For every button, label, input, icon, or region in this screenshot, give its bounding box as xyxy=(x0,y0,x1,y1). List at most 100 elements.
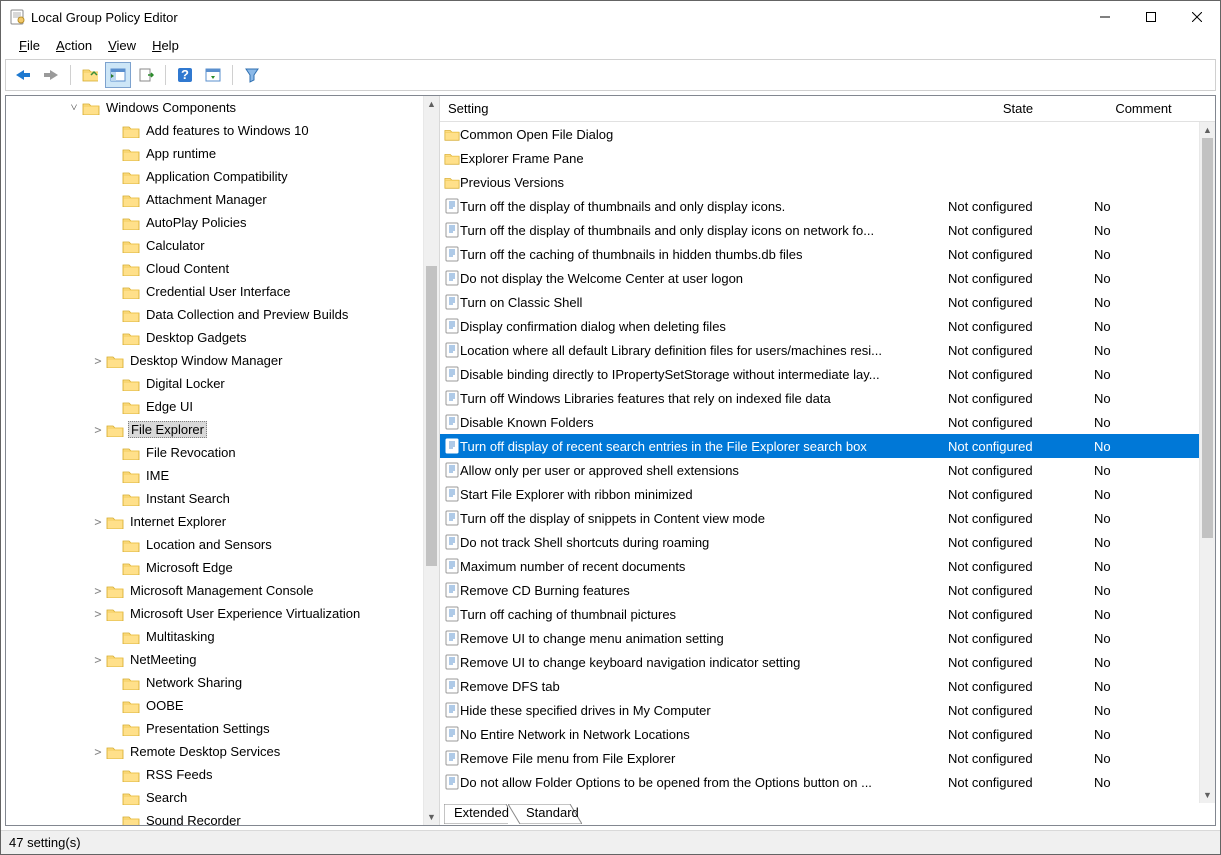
list-body[interactable]: Common Open File DialogExplorer Frame Pa… xyxy=(440,122,1215,803)
tree-item[interactable]: Search xyxy=(6,786,423,809)
tree-item[interactable]: NetMeeting xyxy=(6,648,423,671)
list-folder-row[interactable]: Common Open File Dialog xyxy=(440,122,1199,146)
export-list-button[interactable] xyxy=(133,62,159,88)
tree-item[interactable]: Data Collection and Preview Builds xyxy=(6,303,423,326)
menu-file[interactable]: File xyxy=(13,36,46,55)
expander-icon[interactable] xyxy=(66,100,82,115)
tree-item[interactable]: Microsoft Edge xyxy=(6,556,423,579)
list-folder-row[interactable]: Previous Versions xyxy=(440,170,1199,194)
tree-item[interactable]: Presentation Settings xyxy=(6,717,423,740)
list-setting-row[interactable]: Turn off display of recent search entrie… xyxy=(440,434,1199,458)
tab-extended[interactable]: Extended xyxy=(444,804,518,824)
tree-item[interactable]: Application Compatibility xyxy=(6,165,423,188)
scroll-up-icon[interactable]: ▲ xyxy=(1200,122,1215,138)
tree-item[interactable]: Windows Components xyxy=(6,96,423,119)
menu-view[interactable]: View xyxy=(102,36,142,55)
tree-item[interactable]: Digital Locker xyxy=(6,372,423,395)
list-setting-row[interactable]: Do not allow Folder Options to be opened… xyxy=(440,770,1199,794)
list-setting-row[interactable]: Display confirmation dialog when deletin… xyxy=(440,314,1199,338)
tree-item[interactable]: OOBE xyxy=(6,694,423,717)
list-setting-row[interactable]: Turn on Classic ShellNot configuredNo xyxy=(440,290,1199,314)
expander-icon[interactable] xyxy=(90,584,106,598)
expander-icon[interactable] xyxy=(90,423,106,437)
list-setting-row[interactable]: Turn off the display of thumbnails and o… xyxy=(440,194,1199,218)
list-setting-row[interactable]: Location where all default Library defin… xyxy=(440,338,1199,362)
expander-icon[interactable] xyxy=(90,515,106,529)
list-setting-row[interactable]: Turn off the display of snippets in Cont… xyxy=(440,506,1199,530)
list-setting-row[interactable]: Remove CD Burning featuresNot configured… xyxy=(440,578,1199,602)
tree-item[interactable]: Location and Sensors xyxy=(6,533,423,556)
list-setting-row[interactable]: Remove UI to change keyboard navigation … xyxy=(440,650,1199,674)
column-setting[interactable]: Setting xyxy=(440,101,948,116)
tree-item[interactable]: Remote Desktop Services xyxy=(6,740,423,763)
scroll-thumb[interactable] xyxy=(426,266,437,566)
list-setting-row[interactable]: Turn off caching of thumbnail picturesNo… xyxy=(440,602,1199,626)
tree-item[interactable]: AutoPlay Policies xyxy=(6,211,423,234)
menu-help[interactable]: Help xyxy=(146,36,185,55)
back-button[interactable] xyxy=(10,62,36,88)
expander-icon[interactable] xyxy=(90,607,106,621)
list-setting-row[interactable]: Turn off the caching of thumbnails in hi… xyxy=(440,242,1199,266)
maximize-button[interactable] xyxy=(1128,1,1174,33)
list-folder-row[interactable]: Explorer Frame Pane xyxy=(440,146,1199,170)
expander-icon[interactable] xyxy=(90,653,106,667)
column-state[interactable]: State xyxy=(948,101,1080,116)
tree-item[interactable]: Multitasking xyxy=(6,625,423,648)
filter-button[interactable] xyxy=(239,62,265,88)
tree-item[interactable]: RSS Feeds xyxy=(6,763,423,786)
list-scrollbar[interactable]: ▲ ▼ xyxy=(1199,122,1215,803)
folder-icon xyxy=(122,377,140,391)
scroll-down-icon[interactable]: ▼ xyxy=(1200,787,1215,803)
list-setting-row[interactable]: Maximum number of recent documentsNot co… xyxy=(440,554,1199,578)
tree-item[interactable]: Attachment Manager xyxy=(6,188,423,211)
tree-item[interactable]: Credential User Interface xyxy=(6,280,423,303)
tree-item[interactable]: IME xyxy=(6,464,423,487)
close-button[interactable] xyxy=(1174,1,1220,33)
menu-action[interactable]: Action xyxy=(50,36,98,55)
tree-item[interactable]: Edge UI xyxy=(6,395,423,418)
list-setting-row[interactable]: Remove UI to change menu animation setti… xyxy=(440,626,1199,650)
minimize-button[interactable] xyxy=(1082,1,1128,33)
list-setting-row[interactable]: Disable Known FoldersNot configuredNo xyxy=(440,410,1199,434)
properties-button[interactable] xyxy=(200,62,226,88)
tree-item[interactable]: Microsoft Management Console xyxy=(6,579,423,602)
tab-standard[interactable]: Standard xyxy=(508,804,582,824)
list-setting-row[interactable]: Allow only per user or approved shell ex… xyxy=(440,458,1199,482)
tree-scrollbar[interactable]: ▲ ▼ xyxy=(423,96,439,825)
tree-item[interactable]: Sound Recorder xyxy=(6,809,423,825)
forward-button[interactable] xyxy=(38,62,64,88)
list-setting-row[interactable]: No Entire Network in Network LocationsNo… xyxy=(440,722,1199,746)
expander-icon[interactable] xyxy=(90,745,106,759)
list-setting-row[interactable]: Disable binding directly to IPropertySet… xyxy=(440,362,1199,386)
expander-icon[interactable] xyxy=(90,354,106,368)
tree-item[interactable]: File Revocation xyxy=(6,441,423,464)
tree-item[interactable]: Internet Explorer xyxy=(6,510,423,533)
help-button[interactable]: ? xyxy=(172,62,198,88)
scroll-up-icon[interactable]: ▲ xyxy=(424,96,439,112)
list-setting-row[interactable]: Start File Explorer with ribbon minimize… xyxy=(440,482,1199,506)
tree-item[interactable]: File Explorer xyxy=(6,418,423,441)
tree-scroll[interactable]: Windows ComponentsAdd features to Window… xyxy=(6,96,439,825)
list-setting-row[interactable]: Turn off the display of thumbnails and o… xyxy=(440,218,1199,242)
tree-item[interactable]: Microsoft User Experience Virtualization xyxy=(6,602,423,625)
tree-item[interactable]: Add features to Windows 10 xyxy=(6,119,423,142)
setting-comment: No xyxy=(1080,223,1199,238)
tree-item[interactable]: Desktop Window Manager xyxy=(6,349,423,372)
column-comment[interactable]: Comment xyxy=(1080,101,1199,116)
list-setting-row[interactable]: Turn off Windows Libraries features that… xyxy=(440,386,1199,410)
tree-item[interactable]: Desktop Gadgets xyxy=(6,326,423,349)
list-setting-row[interactable]: Do not track Shell shortcuts during roam… xyxy=(440,530,1199,554)
tree-item[interactable]: Calculator xyxy=(6,234,423,257)
tree-item[interactable]: Cloud Content xyxy=(6,257,423,280)
tree-item[interactable]: Instant Search xyxy=(6,487,423,510)
up-button[interactable] xyxy=(77,62,103,88)
show-hide-tree-button[interactable] xyxy=(105,62,131,88)
list-setting-row[interactable]: Hide these specified drives in My Comput… xyxy=(440,698,1199,722)
tree-item[interactable]: App runtime xyxy=(6,142,423,165)
list-setting-row[interactable]: Remove File menu from File ExplorerNot c… xyxy=(440,746,1199,770)
scroll-thumb[interactable] xyxy=(1202,138,1213,538)
tree-item[interactable]: Network Sharing xyxy=(6,671,423,694)
list-setting-row[interactable]: Remove DFS tabNot configuredNo xyxy=(440,674,1199,698)
scroll-down-icon[interactable]: ▼ xyxy=(424,809,439,825)
list-setting-row[interactable]: Do not display the Welcome Center at use… xyxy=(440,266,1199,290)
